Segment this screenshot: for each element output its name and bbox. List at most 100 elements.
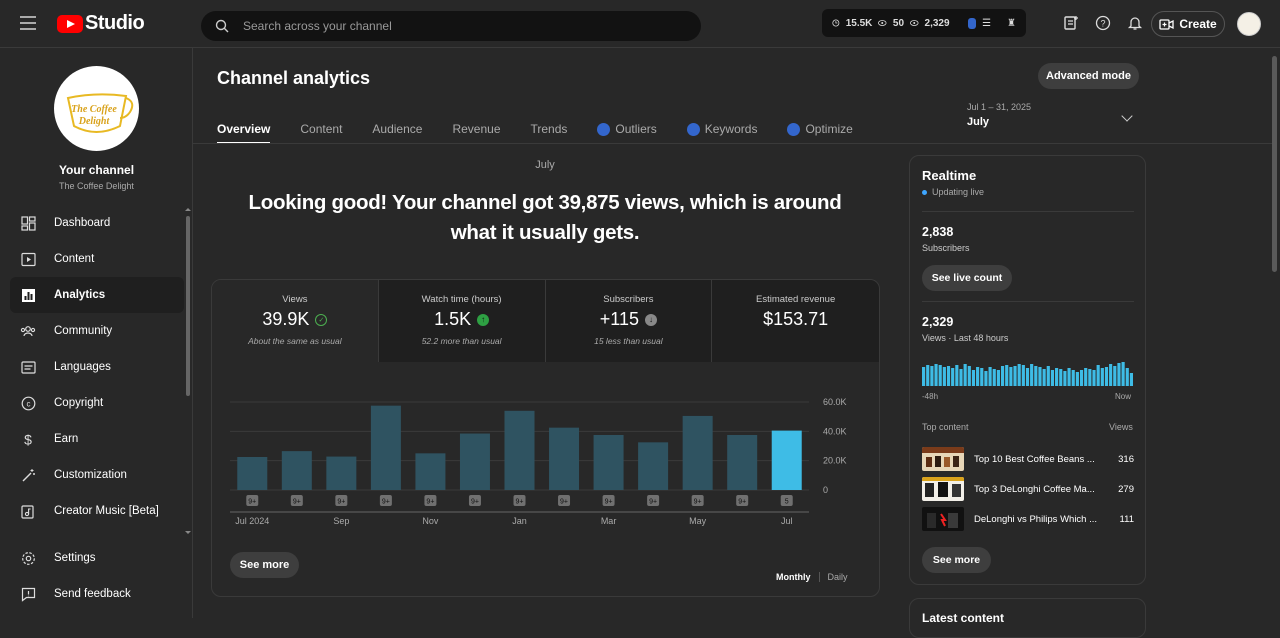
bar — [771, 430, 802, 490]
post-icon[interactable] — [1062, 14, 1080, 32]
channel-name: The Coffee Delight — [59, 181, 134, 191]
tab-overview[interactable]: Overview — [217, 116, 271, 144]
video-title: DeLonghi vs Philips Which ... — [974, 513, 1098, 525]
bar — [237, 457, 268, 490]
page-scrollbar[interactable] — [1272, 56, 1277, 272]
sidebar-item-dashboard[interactable]: Dashboard — [10, 205, 184, 241]
daily-toggle[interactable]: Daily — [828, 572, 848, 582]
tab-content[interactable]: Content — [300, 116, 342, 142]
svg-text:?: ? — [1100, 19, 1105, 29]
page-title: Channel analytics — [217, 68, 371, 88]
realtime-title: Realtime — [922, 168, 977, 183]
sidebar-item-feedback[interactable]: Send feedback — [10, 576, 184, 612]
clock-icon — [832, 19, 840, 27]
metric-subscribers[interactable]: Subscribers +115 ↓ 15 less than usual — [545, 280, 713, 362]
extension-stats[interactable]: 15.5K 50 2,329 ☰ ♜ — [822, 9, 1026, 37]
tab-audience[interactable]: Audience — [372, 116, 422, 142]
dashboard-icon — [20, 215, 36, 231]
spark-bar — [1050, 370, 1055, 386]
top-content-row[interactable]: Top 10 Best Coffee Beans ... 316 — [922, 447, 1134, 471]
sidebar-item-copyright[interactable]: c Copyright — [10, 385, 184, 421]
tab-label: Optimize — [805, 122, 853, 136]
y-tick-label: 20.0K — [823, 456, 847, 466]
main-content: Channel analytics Advanced mode Overview… — [193, 48, 1273, 638]
studio-logo[interactable]: Studio — [57, 12, 145, 35]
sidebar-item-analytics[interactable]: Analytics — [10, 277, 184, 313]
sidebar-item-earn[interactable]: $ Earn — [10, 421, 184, 457]
spark-bar — [996, 370, 1000, 386]
spark-bar — [1129, 373, 1133, 386]
help-icon[interactable]: ? — [1094, 14, 1112, 32]
advanced-mode-button[interactable]: Advanced mode — [1038, 63, 1139, 89]
eye-icon — [878, 20, 887, 26]
upload-marker-label: 5 — [785, 499, 789, 506]
settings-icon — [20, 550, 36, 566]
date-range-selector[interactable]: Jul 1 – 31, 2025 July — [967, 102, 1137, 128]
trophy-icon[interactable]: ♜ — [1007, 18, 1016, 29]
tab-keywords[interactable]: Keywords — [686, 116, 757, 142]
sidebar-item-creator-music[interactable]: Creator Music [Beta] — [10, 493, 184, 529]
upload-marker-label: 9+ — [471, 499, 479, 506]
spark-axis-end: Now — [1115, 392, 1132, 401]
tab-outliers[interactable]: Outliers — [597, 116, 657, 142]
metric-views[interactable]: Views 39.9K ✓ About the same as usual — [212, 280, 379, 362]
tab-revenue[interactable]: Revenue — [452, 116, 500, 142]
spark-bar — [988, 367, 992, 386]
spark-bar — [1009, 367, 1013, 386]
sidebar-item-languages[interactable]: Languages — [10, 349, 184, 385]
upload-marker-label: 9+ — [382, 499, 390, 506]
spark-bar — [1055, 368, 1059, 386]
metric-label: Views — [282, 294, 308, 305]
spark-bar — [992, 369, 996, 386]
ext-views: 50 — [892, 17, 905, 29]
search-bar[interactable] — [201, 11, 701, 41]
tab-label: Revenue — [452, 122, 501, 136]
sidebar-item-community[interactable]: Community — [10, 313, 184, 349]
upload-marker-label: 9+ — [516, 499, 524, 506]
top-bar: Studio 15.5K 50 2,329 ☰ ♜ ? Create — [0, 0, 1280, 48]
spark-bar — [1000, 366, 1005, 386]
overview-card: Views 39.9K ✓ About the same as usual Wat… — [211, 279, 880, 597]
top-content-row[interactable]: DeLonghi vs Philips Which ... 111 — [922, 507, 1134, 531]
realtime-see-more-button[interactable]: See more — [922, 547, 991, 573]
top-content-row[interactable]: Top 3 DeLonghi Coffee Ma... 279 — [922, 477, 1134, 501]
youtube-logo-icon — [57, 14, 83, 33]
list-icon[interactable]: ☰ — [982, 18, 991, 29]
channel-logo[interactable]: The Coffee Delight — [54, 66, 139, 151]
scroll-up-arrow-icon[interactable] — [184, 206, 192, 212]
spark-bar — [1117, 363, 1121, 386]
scroll-down-arrow-icon[interactable] — [184, 530, 192, 536]
upload-marker-label: 9+ — [605, 499, 613, 506]
metric-revenue[interactable]: Estimated revenue $153.71 — [712, 280, 879, 362]
metric-note: 15 less than usual — [594, 336, 663, 346]
y-tick-label: 40.0K — [823, 426, 847, 436]
video-views: 316 — [1118, 453, 1134, 465]
monthly-toggle[interactable]: Monthly — [776, 572, 811, 582]
analytics-tabs: Overview Content Audience Revenue Trends… — [217, 116, 853, 144]
sidebar-scrollbar[interactable] — [186, 216, 190, 396]
spark-bar — [942, 367, 946, 386]
search-input[interactable] — [243, 19, 663, 33]
metric-watch-time[interactable]: Watch time (hours) 1.5K ↑ 52.2 more than … — [378, 280, 546, 362]
video-title: Top 3 DeLonghi Coffee Ma... — [974, 483, 1095, 495]
upload-marker-label: 9+ — [293, 499, 301, 506]
spark-bar — [1092, 370, 1096, 386]
sidebar-item-customization[interactable]: Customization — [10, 457, 184, 493]
menu-icon[interactable] — [20, 16, 36, 30]
tab-trends[interactable]: Trends — [531, 116, 568, 142]
spark-bar — [1042, 369, 1046, 386]
notifications-icon[interactable] — [1126, 14, 1144, 32]
create-button[interactable]: Create — [1151, 11, 1225, 37]
vidiq-icon[interactable] — [967, 17, 977, 29]
see-live-count-button[interactable]: See live count — [922, 265, 1012, 291]
see-more-button[interactable]: See more — [230, 552, 299, 578]
vidiq-icon — [597, 122, 611, 136]
video-thumbnail — [922, 447, 964, 471]
x-tick-label: Sep — [333, 516, 349, 526]
account-avatar[interactable] — [1237, 12, 1261, 36]
sidebar-item-settings[interactable]: Settings — [10, 540, 184, 576]
spark-bar — [930, 366, 934, 386]
sidebar-item-content[interactable]: Content — [10, 241, 184, 277]
spark-bar — [926, 365, 930, 386]
tab-optimize[interactable]: Optimize — [787, 116, 853, 142]
